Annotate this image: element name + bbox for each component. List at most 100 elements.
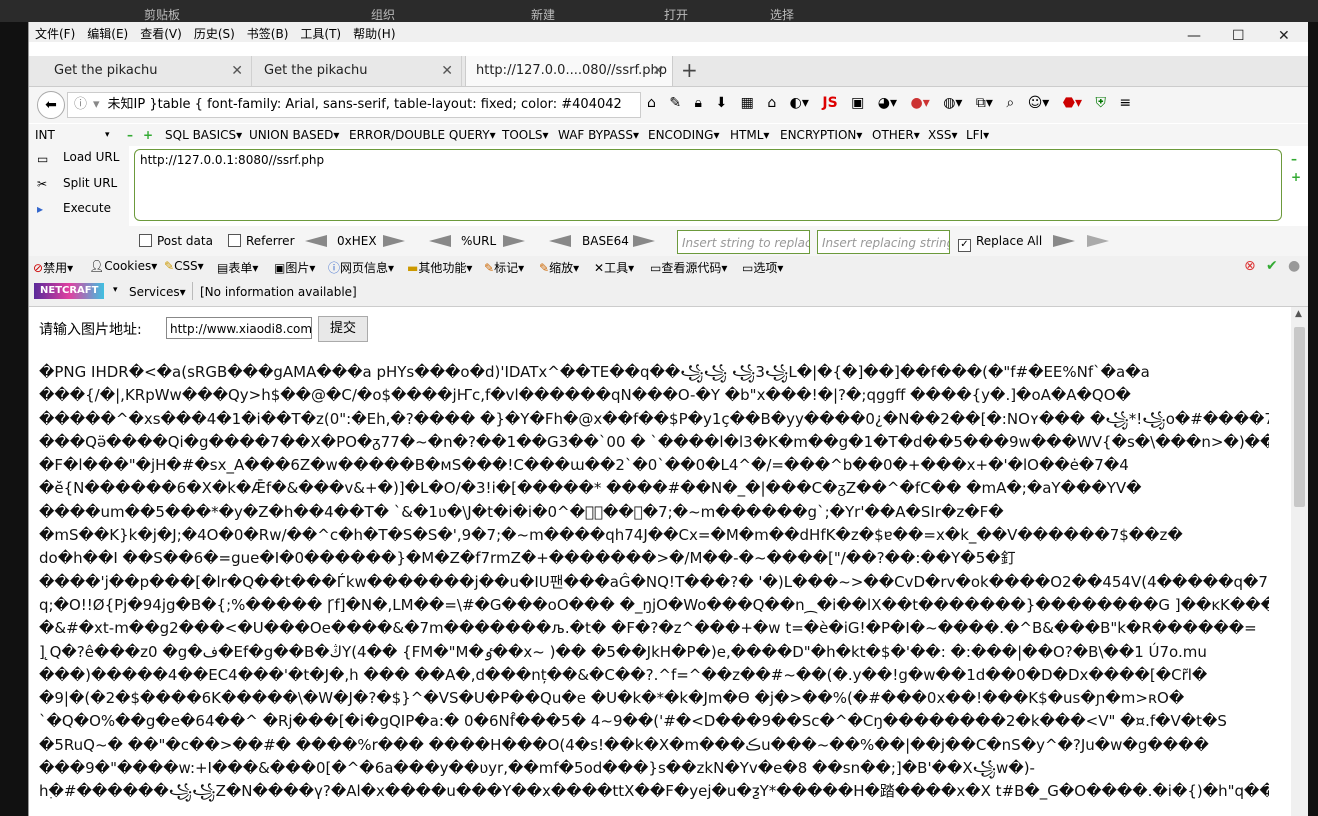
resize-menu[interactable]: ✎缩放▾ [539,259,579,276]
tab[interactable]: Get the pikachu ✕ [44,56,252,86]
options-menu[interactable]: ▭选项▾ [742,259,783,276]
toggle-icon[interactable]: ◐▾ [790,95,809,111]
cookies-menu[interactable]: 👤︎Cookies▾ [89,259,157,273]
menu-other[interactable]: OTHER▾ [872,128,920,142]
info-icon[interactable]: ⓘ [74,97,87,112]
menu-encryption[interactable]: ENCRYPTION▾ [780,128,862,142]
services-menu[interactable]: Services▾ [129,285,186,299]
hackbar-url-textarea[interactable]: http://127.0.0.1:8080//ssrf.php [134,149,1282,221]
tools-menu[interactable]: ✕工具▾ [594,259,634,276]
hex-decode-icon[interactable] [305,235,327,247]
zoom-icon[interactable]: ⌕ [1006,95,1014,111]
netcraft-logo[interactable]: NETCRAFT [34,283,104,299]
base64-decode-icon[interactable] [549,235,571,247]
view-source-menu[interactable]: ▭查看源代码▾ [650,259,727,276]
globe-icon[interactable]: ◍▾ [943,95,962,111]
hat-icon[interactable]: ●▾ [911,95,930,111]
vertical-scrollbar[interactable]: ▲ [1291,307,1308,816]
shrink-icon[interactable]: – [1291,152,1297,166]
background-ribbon: 剪贴板 组织 新建 打开 选择 [0,0,1318,22]
replace-all-arrow-icon[interactable] [1087,235,1109,247]
status-icon[interactable]: ● [1288,258,1300,274]
adblock-icon[interactable]: ⬣▾ [1063,95,1082,111]
monkey-icon[interactable]: ☺▾ [1028,95,1050,111]
chevron-down-icon[interactable]: ▾ [105,130,110,140]
tab-active[interactable]: http://127.0.0....080//ssrf.php ✕ [465,56,673,86]
menu-xss[interactable]: XSS▾ [928,128,957,142]
image-url-input[interactable]: http://www.xiaodi8.com/ [166,317,312,339]
replace-string-input[interactable]: Insert string to replace [677,230,810,254]
scroll-up-icon[interactable]: ▲ [1295,309,1302,319]
js-icon[interactable]: JS [822,95,837,111]
menu-union-based[interactable]: UNION BASED▾ [249,128,339,142]
forms-menu[interactable]: ▤表单▾ [217,259,258,276]
close-tab-icon[interactable]: ✕ [231,56,243,86]
home-icon[interactable]: ⌂ [647,95,656,111]
maximize-icon[interactable]: ☐ [1232,28,1245,44]
tab[interactable]: Get the pikachu ✕ [254,56,462,86]
error-icon[interactable]: ⊗ [1244,258,1256,274]
decrement-icon[interactable]: – [127,128,133,142]
back-icon[interactable]: ⬅ [37,91,65,119]
image-url-label: 请输入图片地址: [39,322,142,338]
menu-tools[interactable]: 工具(T) [294,22,347,42]
hex-encode-icon[interactable] [383,235,405,247]
minimize-icon[interactable]: — [1187,28,1201,44]
menu-view[interactable]: 查看(V) [134,22,188,42]
post-data-checkbox[interactable]: Post data [139,234,213,248]
outline-menu[interactable]: ✎标记▾ [484,259,524,276]
url-encode-icon[interactable] [503,235,525,247]
close-icon[interactable]: ✕ [1278,28,1290,44]
menu-html[interactable]: HTML▾ [730,128,769,142]
tab-title: Get the pikachu [264,63,368,78]
replace-arrow-icon[interactable] [1053,235,1075,247]
dropdown-icon[interactable]: ▾ [93,97,100,112]
lock-icon[interactable]: 🔒︎ [695,95,702,111]
grid-icon[interactable]: ▦ [741,95,754,111]
new-tab-icon[interactable]: + [681,58,698,82]
misc-menu[interactable]: ▬其他功能▾ [407,259,472,276]
referrer-checkbox[interactable]: Referrer [228,234,295,248]
menu-sql-basics[interactable]: SQL BASICS▾ [165,128,242,142]
close-tab-icon[interactable]: ✕ [441,56,453,86]
image-icon[interactable]: ▣ [851,95,864,111]
expand-icon[interactable]: + [1291,170,1301,184]
submit-button[interactable]: 提交 [318,316,368,342]
menu-error-double-query[interactable]: ERROR/DOUBLE QUERY▾ [349,128,496,142]
increment-icon[interactable]: + [143,128,153,142]
menu-help[interactable]: 帮助(H) [347,22,401,42]
menu-tools[interactable]: TOOLS▾ [502,128,549,142]
palette-icon[interactable]: ◕▾ [878,95,897,111]
page-info-menu[interactable]: ⓘ网页信息▾ [328,259,394,276]
menu-lfi[interactable]: LFI▾ [966,128,989,142]
scroll-thumb[interactable] [1294,327,1305,507]
menu-history[interactable]: 历史(S) [188,22,241,42]
chevron-down-icon[interactable]: ▾ [113,285,118,295]
house-icon[interactable]: ⌂ [767,95,776,111]
check-icon[interactable]: ✔ [1266,258,1278,274]
replace-all-checkbox[interactable]: ✓ Replace All [958,234,1042,252]
extension-icon[interactable]: ✎ [669,95,681,111]
url-decode-icon[interactable] [429,235,451,247]
menu-encoding[interactable]: ENCODING▾ [648,128,719,142]
css-menu[interactable]: ✎CSS▾ [164,259,204,273]
download-icon[interactable]: ⬇ [715,95,727,111]
address-bar[interactable]: ⓘ ▾ 未知IP }table { font-family: Arial, sans… [67,92,641,118]
menu-edit[interactable]: 编辑(E) [81,22,134,42]
type-select[interactable]: INT [35,128,55,142]
replacing-string-input[interactable]: Insert replacing string [817,230,950,254]
menu-file[interactable]: 文件(F) [29,22,81,42]
base64-encode-icon[interactable] [633,235,655,247]
load-url-button[interactable]: Load URL [63,150,119,164]
close-tab-icon[interactable]: ✕ [652,56,664,86]
execute-button[interactable]: Execute [63,201,111,215]
menu-icon[interactable]: ≡ [1119,95,1131,111]
menu-bookmarks[interactable]: 书签(B) [241,22,295,42]
images-menu[interactable]: ▣图片▾ [274,259,315,276]
screenshot-icon[interactable]: ⧉▾ [976,95,993,111]
menu-waf-bypass[interactable]: WAF BYPASS▾ [558,128,639,142]
shield-icon[interactable]: ⛨ [1095,95,1106,111]
disable-menu[interactable]: ⊘禁用▾ [33,259,73,276]
output-line: �mS��K}k�j�J;�4O�0�Rw/��^c�h�T�S�S�',9�7… [39,526,1183,545]
split-url-button[interactable]: Split URL [63,176,117,190]
